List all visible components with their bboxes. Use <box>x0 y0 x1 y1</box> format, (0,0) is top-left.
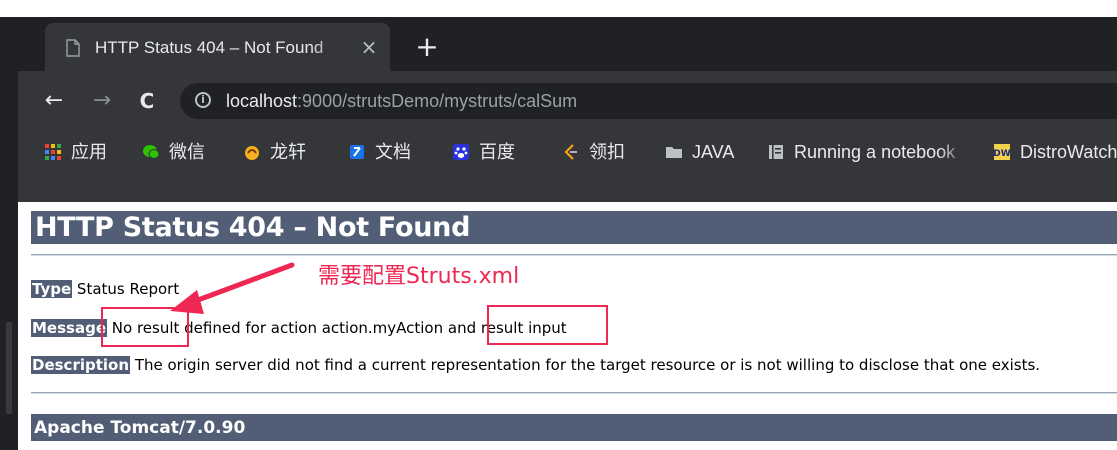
message-value-middle: defined for action action.myAction and <box>179 319 481 337</box>
folder-icon <box>666 147 682 158</box>
bookmark-java-folder[interactable]: JAVA <box>665 139 734 165</box>
bookmarks-bar: 应用 微信 龙轩 文档 百度 领扣 JAVA Running a noteboo… <box>0 131 1117 173</box>
server-info-bar: Apache Tomcat/7.0.90 <box>31 414 1117 441</box>
divider-bottom <box>31 392 1117 394</box>
new-tab-button[interactable]: + <box>412 33 442 63</box>
bookmark-label: Running a notebook <box>794 142 956 162</box>
leetcode-icon <box>564 144 577 160</box>
server-info: Apache Tomcat/7.0.90 <box>34 418 246 438</box>
divider-top <box>31 254 1117 256</box>
type-row: Type Status Report <box>31 279 179 299</box>
bookmark-label: 百度 <box>479 142 515 162</box>
address-url[interactable]: localhost:9000/strutsDemo/mystruts/calSu… <box>226 89 577 113</box>
message-label: Message <box>31 319 107 337</box>
url-host: localhost <box>226 91 298 111</box>
reload-button[interactable]: C <box>131 85 163 117</box>
bookmark-baidu[interactable]: 百度 <box>452 139 515 165</box>
bookmark-label: 应用 <box>71 142 107 162</box>
apps-grid-icon <box>45 144 61 160</box>
svg-text:DW: DW <box>993 149 1010 159</box>
tab-close-icon[interactable]: × <box>358 36 380 58</box>
bookmark-leetcode[interactable]: 领扣 <box>562 139 625 165</box>
tab-title: HTTP Status 404 – Not Found <box>95 38 324 57</box>
back-button[interactable]: ← <box>38 85 70 117</box>
site-info-icon[interactable]: i <box>195 92 211 108</box>
description-value: The origin server did not find a current… <box>134 356 1041 374</box>
page-title: HTTP Status 404 – Not Found <box>35 212 471 243</box>
bookmark-docs[interactable]: 文档 <box>348 139 411 165</box>
wechat-icon <box>143 145 160 159</box>
bookmark-label: JAVA <box>692 142 735 162</box>
longxuan-icon <box>245 146 259 160</box>
bookmark-label: 微信 <box>169 142 205 162</box>
bookmark-label: 领扣 <box>589 142 625 162</box>
bookmark-label: DistroWatch <box>1020 142 1117 162</box>
bookmark-distrowatch[interactable]: DW DistroWatch <box>993 139 1117 165</box>
description-label: Description <box>31 356 131 374</box>
baidu-icon <box>453 144 469 160</box>
forward-button[interactable]: → <box>86 85 118 117</box>
url-path: :9000/strutsDemo/mystruts/calSum <box>297 91 578 111</box>
address-bar[interactable]: i localhost:9000/strutsDemo/mystruts/cal… <box>180 83 1117 119</box>
bookmark-wechat[interactable]: 微信 <box>142 139 205 165</box>
type-value: Status Report <box>76 280 180 298</box>
bookmark-label: 文档 <box>375 142 411 162</box>
chrome-bottom-edge <box>0 173 1117 202</box>
type-label: Type <box>31 280 73 298</box>
page-title-bar: HTTP Status 404 – Not Found <box>31 211 1117 244</box>
browser-tab-active[interactable]: HTTP Status 404 – Not Found <box>45 23 390 71</box>
screen-top-strip <box>0 0 1117 17</box>
browser-toolbar: ← → C i localhost:9000/strutsDemo/mystru… <box>0 71 1117 131</box>
bookmark-running-notebook[interactable]: Running a notebook <box>767 139 969 165</box>
bookmark-label: 龙轩 <box>270 142 306 162</box>
description-row: Description The origin server did not fi… <box>31 355 1040 375</box>
window-left-edge <box>0 17 18 450</box>
highlight-box-result-input <box>487 305 608 345</box>
highlight-box-no-result <box>101 307 189 347</box>
distrowatch-icon: DW <box>993 144 1011 160</box>
window-edge-marker <box>6 322 12 414</box>
docs-icon <box>350 145 364 159</box>
bookmark-apps[interactable]: 应用 <box>44 139 107 165</box>
notebook-icon <box>769 145 783 159</box>
document-icon <box>66 39 80 57</box>
annotation-note: 需要配置Struts.xml <box>318 264 520 289</box>
bookmark-longxuan[interactable]: 龙轩 <box>243 139 306 165</box>
